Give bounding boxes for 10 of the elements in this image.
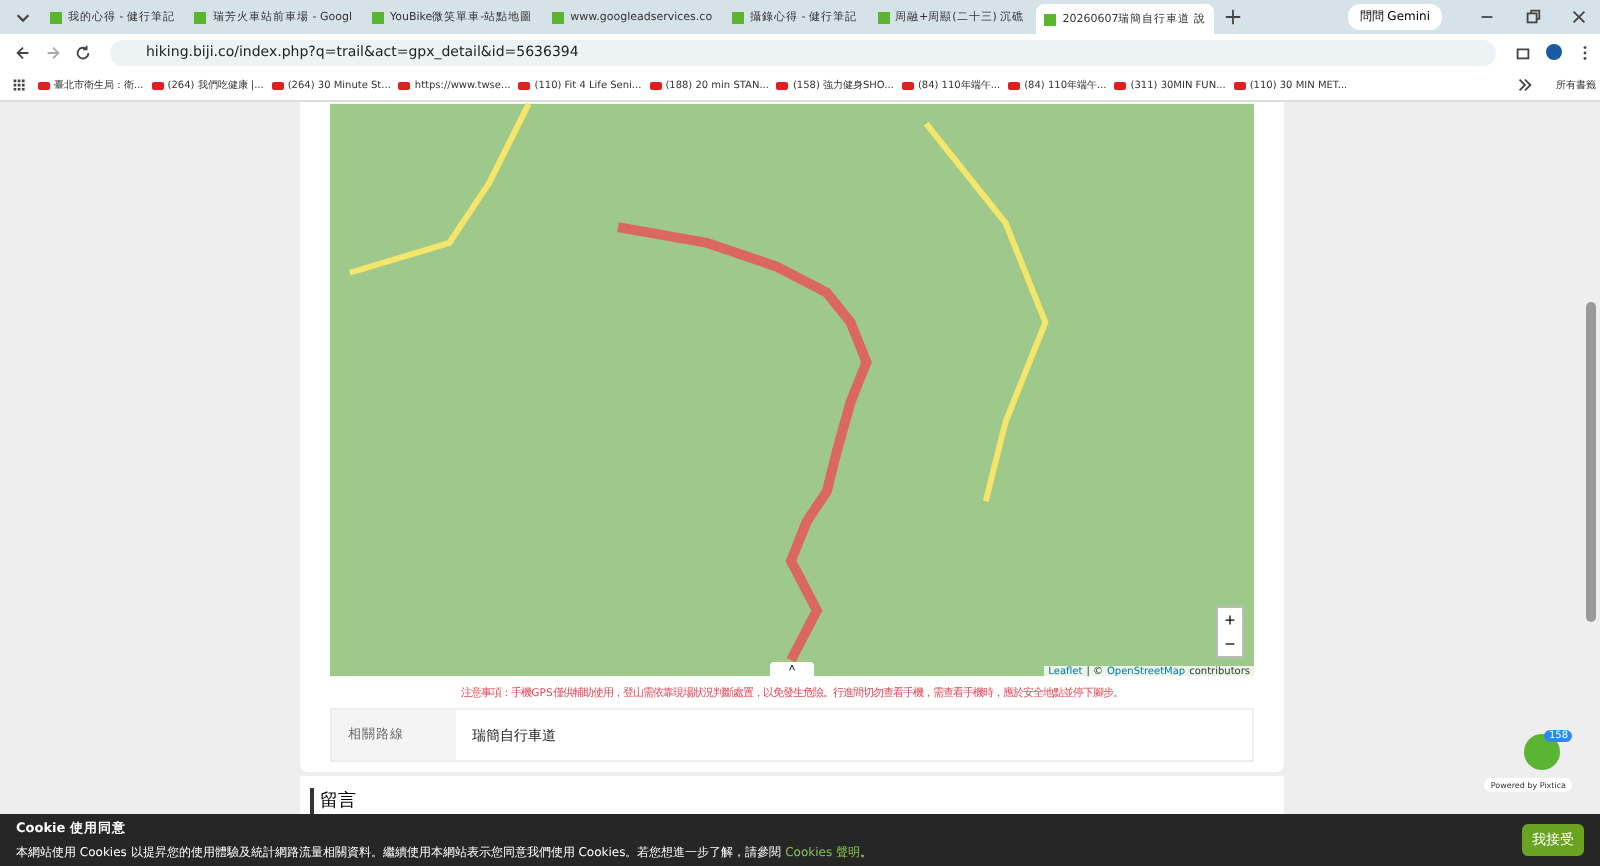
chevrons-right-icon[interactable]: [1516, 76, 1534, 94]
reload-icon[interactable]: [74, 43, 92, 61]
extensions-icon[interactable]: [1514, 43, 1532, 61]
scrollbar[interactable]: [1586, 302, 1596, 622]
close-icon[interactable]: [1570, 8, 1588, 26]
profile-avatar[interactable]: [1546, 44, 1562, 60]
back-icon[interactable]: [14, 43, 32, 61]
new-tab-icon[interactable]: [1223, 8, 1242, 26]
apps-icon[interactable]: [10, 76, 28, 94]
restore-icon[interactable]: [1524, 8, 1542, 26]
